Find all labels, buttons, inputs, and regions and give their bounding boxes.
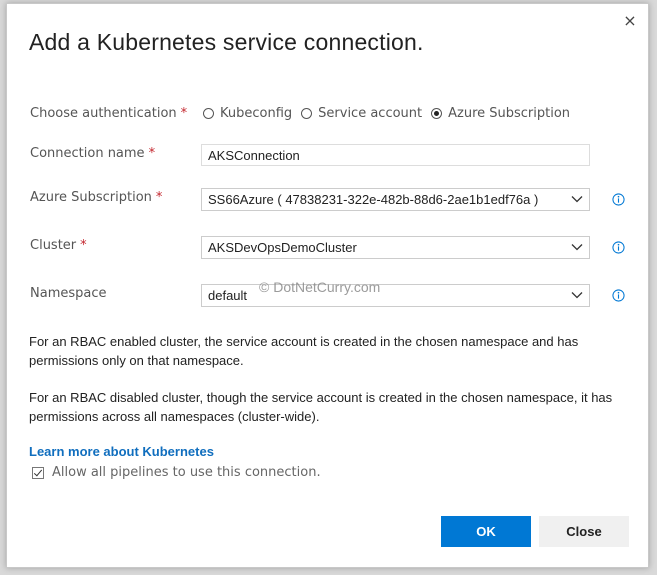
namespace-label: Namespace — [30, 286, 107, 301]
auth-label-text: Choose authentication — [30, 106, 177, 121]
cluster-label-text: Cluster — [30, 238, 77, 253]
close-button[interactable]: Close — [539, 516, 629, 547]
rbac-disabled-text: For an RBAC disabled cluster, though the… — [29, 390, 613, 424]
required-marker: * — [180, 106, 188, 121]
chevron-down-icon — [571, 292, 583, 299]
subscription-select[interactable]: SS66Azure ( 47838231-322e-482b-88d6-2ae1… — [201, 188, 590, 211]
radio-label: Service account — [318, 106, 423, 121]
radio-label: Azure Subscription — [448, 106, 571, 121]
allow-pipelines-row: Allow all pipelines to use this connecti… — [32, 465, 321, 480]
info-icon[interactable] — [612, 193, 625, 206]
radio-service-account[interactable]: Service account — [301, 106, 422, 121]
subscription-value: SS66Azure ( 47838231-322e-482b-88d6-2ae1… — [208, 192, 539, 207]
cluster-value: AKSDevOpsDemoCluster — [208, 240, 357, 255]
watermark: © DotNetCurry.com — [259, 279, 381, 295]
radio-icon — [203, 108, 214, 119]
radio-selected-icon — [431, 108, 443, 119]
required-marker: * — [148, 146, 156, 161]
dialog-title: Add a Kubernetes service connection. — [29, 29, 424, 55]
cluster-select[interactable]: AKSDevOpsDemoCluster — [201, 236, 590, 259]
radio-azure-subscription[interactable]: Azure Subscription — [431, 106, 570, 121]
radio-label: Kubeconfig — [220, 106, 293, 121]
connection-name-label-text: Connection name — [30, 146, 145, 161]
cluster-label: Cluster * — [30, 238, 87, 253]
learn-more-link[interactable]: Learn more about Kubernetes — [29, 444, 214, 459]
auth-label: Choose authentication * — [30, 106, 187, 121]
radio-kubeconfig[interactable]: Kubeconfig — [203, 106, 292, 121]
subscription-label-text: Azure Subscription — [30, 190, 152, 205]
chevron-down-icon — [571, 196, 583, 203]
service-connection-dialog: × Add a Kubernetes service connection. C… — [6, 3, 649, 568]
required-marker: * — [80, 238, 87, 253]
allow-pipelines-label: Allow all pipelines to use this connecti… — [52, 465, 321, 480]
required-marker: * — [155, 190, 163, 205]
namespace-value: default — [208, 288, 248, 303]
radio-icon — [301, 108, 313, 119]
subscription-label: Azure Subscription * — [30, 190, 162, 205]
auth-radio-group: Kubeconfig Service account Azure Subscri… — [203, 106, 579, 121]
chevron-down-icon — [571, 244, 583, 251]
connection-name-label: Connection name * — [30, 146, 155, 161]
connection-name-input[interactable]: AKSConnection — [201, 144, 590, 166]
info-icon[interactable] — [612, 289, 625, 302]
close-icon[interactable]: × — [621, 12, 639, 30]
info-icon[interactable] — [612, 241, 625, 254]
ok-button[interactable]: OK — [441, 516, 531, 547]
rbac-enabled-text: For an RBAC enabled cluster, the service… — [29, 334, 579, 368]
allow-pipelines-checkbox[interactable] — [32, 466, 44, 479]
